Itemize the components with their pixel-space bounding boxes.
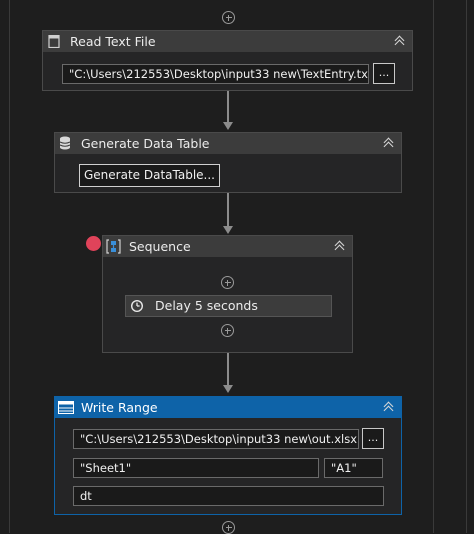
- file-icon: [48, 35, 60, 48]
- delay-activity-label: Delay 5 seconds: [155, 298, 258, 313]
- write-range-sheet-input[interactable]: "Sheet1": [73, 458, 319, 478]
- connector-arrow: [223, 226, 233, 234]
- write-range-header[interactable]: Write Range: [55, 397, 401, 418]
- clock-icon: [131, 300, 143, 312]
- database-icon: [59, 136, 71, 150]
- connector-line: [227, 353, 229, 386]
- add-activity-icon[interactable]: [222, 11, 235, 24]
- panel-border-right: [433, 0, 434, 533]
- read-text-file-activity[interactable]: Read Text File "C:\Users\212553\Desktop\…: [42, 30, 413, 91]
- table-icon: [58, 401, 74, 414]
- collapse-icon[interactable]: [334, 240, 346, 252]
- panel-border-left: [9, 0, 10, 533]
- connector-arrow: [223, 385, 233, 393]
- collapse-icon[interactable]: [383, 137, 395, 149]
- write-range-path-input[interactable]: "C:\Users\212553\Desktop\input33 new\out…: [73, 429, 359, 449]
- generate-datatable-button[interactable]: Generate DataTable...: [79, 164, 220, 187]
- connector-arrow: [223, 122, 233, 130]
- collapse-icon[interactable]: [394, 35, 406, 47]
- generate-data-table-title: Generate Data Table: [81, 136, 210, 151]
- add-activity-icon[interactable]: [221, 324, 234, 337]
- read-text-file-browse-button[interactable]: ...: [373, 63, 395, 84]
- sequence-icon: [106, 239, 121, 254]
- generate-data-table-header[interactable]: Generate Data Table: [55, 133, 401, 154]
- breakpoint-indicator[interactable]: [86, 236, 101, 251]
- add-activity-icon[interactable]: [221, 276, 234, 289]
- delay-activity[interactable]: Delay 5 seconds: [125, 295, 332, 317]
- write-range-browse-button[interactable]: ...: [362, 428, 384, 449]
- sequence-header[interactable]: Sequence: [103, 236, 352, 257]
- sequence-activity[interactable]: Sequence Delay 5 seconds: [102, 235, 353, 353]
- add-activity-icon[interactable]: [222, 521, 235, 534]
- connector-line: [227, 193, 229, 227]
- read-text-file-path-input[interactable]: "C:\Users\212553\Desktop\input33 new\Tex…: [62, 64, 369, 84]
- read-text-file-title: Read Text File: [70, 34, 156, 49]
- collapse-icon[interactable]: [383, 401, 395, 413]
- generate-data-table-activity[interactable]: Generate Data Table Generate DataTable..…: [54, 132, 402, 193]
- write-range-cell-input[interactable]: "A1": [324, 458, 383, 478]
- panel-border-far-right: [466, 0, 467, 533]
- connector-line: [227, 91, 229, 123]
- read-text-file-header[interactable]: Read Text File: [43, 31, 412, 52]
- write-range-activity[interactable]: Write Range "C:\Users\212553\Desktop\inp…: [54, 396, 402, 515]
- write-range-title: Write Range: [81, 400, 158, 415]
- sequence-title: Sequence: [129, 239, 191, 254]
- write-range-datatable-input[interactable]: dt: [73, 486, 384, 506]
